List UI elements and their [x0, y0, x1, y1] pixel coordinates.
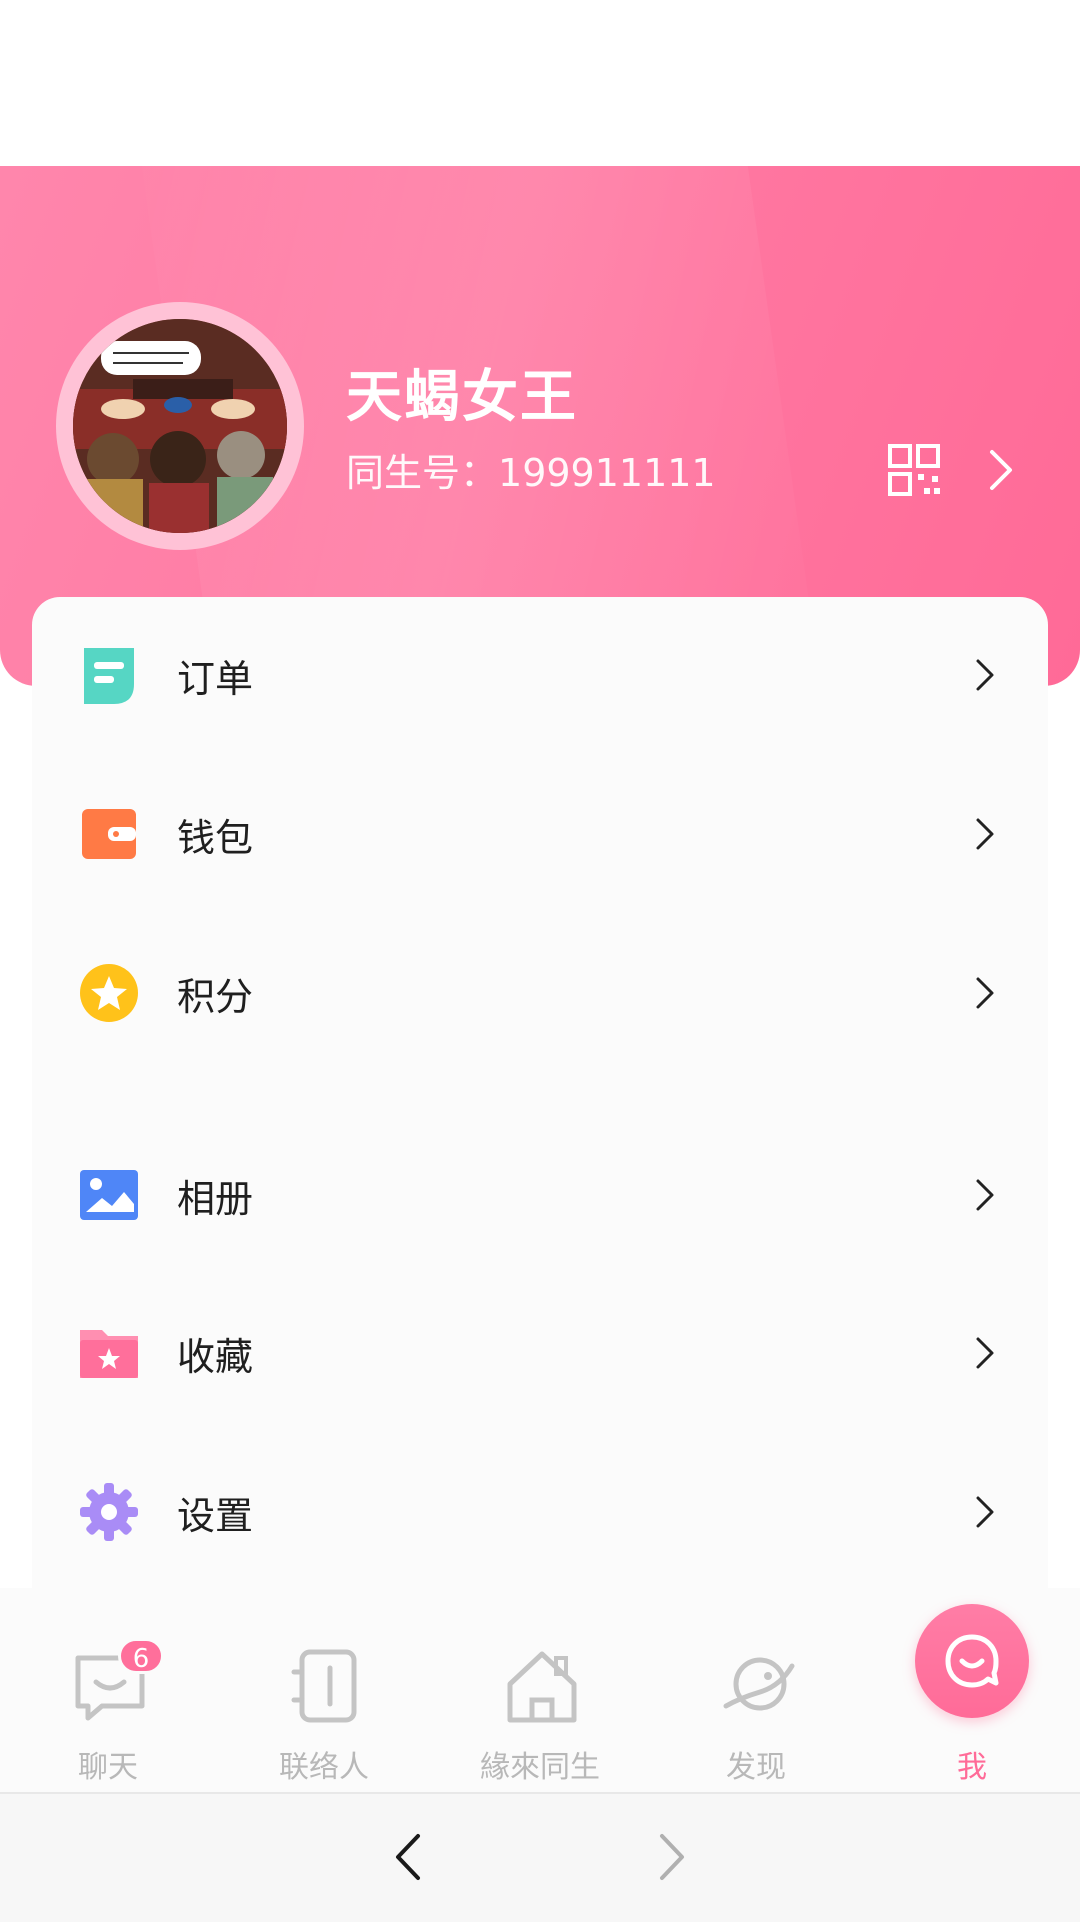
contacts-icon: [291, 1649, 357, 1723]
chevron-right-icon: [976, 977, 994, 1009]
chevron-right-icon: [976, 1179, 994, 1211]
order-icon: [84, 648, 134, 704]
chevron-right-icon: [976, 1496, 994, 1528]
browser-nav-bar: [0, 1792, 1080, 1922]
tab-chat[interactable]: 6 聊天: [0, 1588, 216, 1788]
menu-item-label: 相册: [177, 1176, 254, 1221]
menu-item-label: 设置: [177, 1493, 254, 1538]
tab-label: 联络人: [279, 1750, 369, 1785]
chevron-right-icon: [976, 659, 994, 691]
menu-item-label: 积分: [177, 974, 254, 1019]
menu-item-favorites[interactable]: 收藏: [32, 1293, 1048, 1413]
profile-chevron-right-icon[interactable]: [986, 448, 1016, 492]
menu-item-points[interactable]: 积分: [32, 933, 1048, 1053]
menu-item-label: 收藏: [177, 1334, 254, 1379]
profile-id: 同生号：199911111: [346, 442, 716, 497]
profile-name: 天蝎女王: [346, 365, 578, 430]
tab-home[interactable]: 緣來同生: [432, 1588, 648, 1788]
qr-code-icon[interactable]: [888, 444, 940, 496]
menu-item-order[interactable]: 订单: [32, 615, 1048, 735]
tab-discover[interactable]: 发现: [648, 1588, 864, 1788]
unread-badge: 6: [118, 1638, 164, 1674]
chevron-right-icon: [976, 1337, 994, 1369]
settings-gear-icon: [80, 1483, 138, 1541]
menu-item-wallet[interactable]: 钱包: [32, 774, 1048, 894]
forward-arrow-icon[interactable]: [658, 1832, 686, 1882]
wallet-icon: [82, 809, 136, 859]
back-arrow-icon[interactable]: [394, 1832, 422, 1882]
bottom-tab-bar: 6 聊天 联络人 緣來同生 发现 我: [0, 1588, 1080, 1792]
album-icon: [80, 1170, 138, 1220]
tab-contacts[interactable]: 联络人: [216, 1588, 432, 1788]
avatar-image: [73, 319, 287, 533]
menu-item-label: 钱包: [177, 815, 254, 860]
tab-label: 发现: [726, 1750, 786, 1785]
chevron-right-icon: [976, 818, 994, 850]
profile-id-label: 同生号：: [346, 451, 499, 495]
menu-item-label: 订单: [177, 656, 254, 701]
tab-me-button[interactable]: [915, 1604, 1029, 1718]
profile-id-value: 199911111: [498, 451, 716, 495]
tab-label: 聊天: [78, 1750, 138, 1785]
avatar[interactable]: [56, 302, 304, 550]
planet-icon: [723, 1657, 795, 1711]
tab-label: 緣來同生: [480, 1750, 600, 1785]
menu-item-settings[interactable]: 设置: [32, 1452, 1048, 1572]
favorite-folder-icon: [80, 1330, 138, 1378]
me-face-icon: [945, 1634, 999, 1688]
points-star-icon: [80, 964, 138, 1022]
menu-item-album[interactable]: 相册: [32, 1135, 1048, 1255]
home-icon: [507, 1651, 577, 1723]
tab-label: 我: [957, 1750, 987, 1785]
